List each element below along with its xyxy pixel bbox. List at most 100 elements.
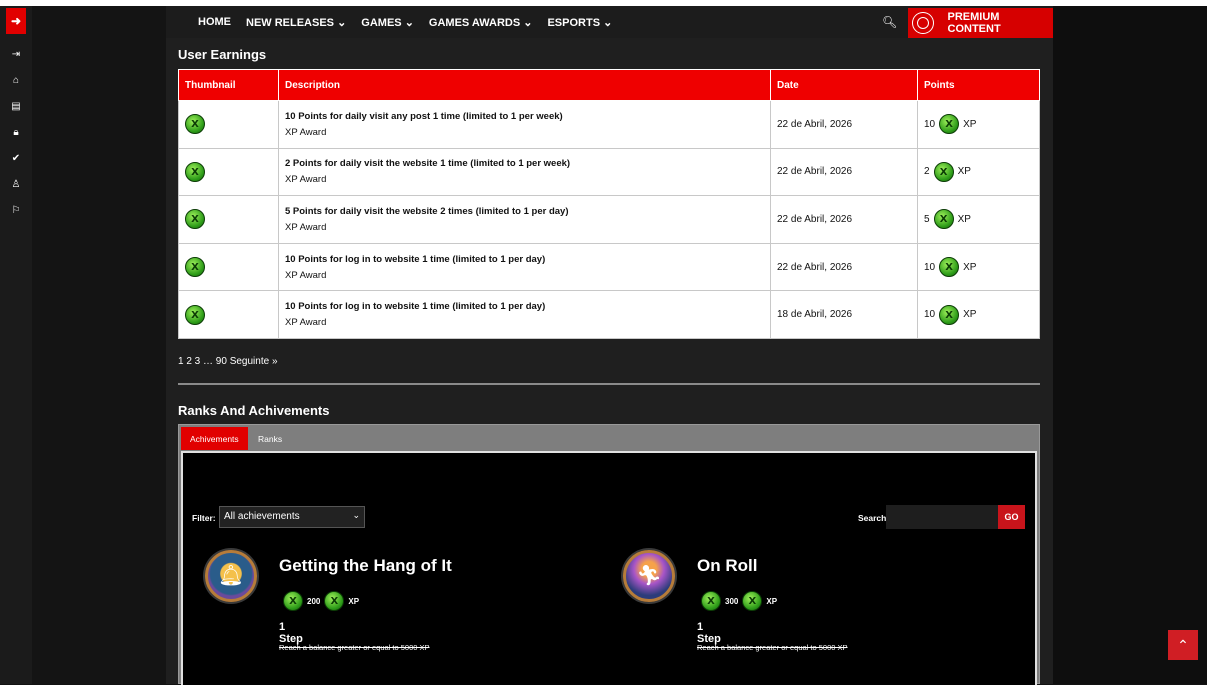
- earning-type: XP Award: [285, 221, 327, 233]
- achievement-desc: Reach a balance greater or equal to 5000…: [697, 643, 848, 652]
- home-icon[interactable]: ⌂: [8, 72, 24, 88]
- earning-points: 10: [924, 309, 936, 321]
- earning-date: 18 de Abril, 2026: [770, 290, 918, 339]
- achievement-reward: 300 XP: [701, 591, 777, 611]
- achievement-desc: Reach a balance greater or equal to 5000…: [279, 643, 430, 652]
- main-nav: HOME NEW RELEASES ⌄ GAMES ⌄ GAMES AWARDS…: [198, 6, 612, 38]
- earning-description: 10 Points for log in to website 1 time (…: [285, 301, 546, 313]
- top-navbar: HOME NEW RELEASES ⌄ GAMES ⌄ GAMES AWARDS…: [166, 6, 1053, 38]
- filter-value: All achievements: [224, 511, 300, 522]
- xp-badge-icon: [933, 161, 954, 182]
- tab-ranks[interactable]: Ranks: [249, 427, 291, 450]
- xp-badge-icon: [185, 257, 205, 278]
- achievement-step: 1 Step: [279, 621, 303, 645]
- earning-date: 22 de Abril, 2026: [770, 147, 918, 197]
- earning-date: 22 de Abril, 2026: [770, 195, 918, 244]
- achievement-title: Getting the Hang of It: [279, 556, 452, 575]
- xp-badge-icon: [939, 257, 960, 278]
- xp-badge-icon: [185, 209, 205, 230]
- earnings-table: Thumbnail Description Date Points 10 Poi…: [178, 69, 1040, 339]
- earning-description: 10 Points for log in to website 1 time (…: [285, 253, 546, 265]
- achievement-reward: 200 XP: [283, 591, 359, 611]
- nav-games-awards[interactable]: GAMES AWARDS ⌄: [429, 16, 533, 29]
- earning-points: 10: [924, 118, 936, 130]
- earning-type: XP Award: [285, 317, 327, 329]
- earning-points: 10: [924, 261, 936, 273]
- xp-badge-icon: [939, 114, 960, 135]
- logout-icon[interactable]: ⇥: [8, 46, 24, 62]
- earning-unit: XP: [957, 166, 971, 178]
- user-icon[interactable]: ♙: [8, 176, 24, 192]
- earning-points: 2: [924, 166, 930, 178]
- achievement-points: 200: [307, 596, 321, 606]
- earning-description: 10 Points for daily visit any post 1 tim…: [285, 110, 563, 122]
- xp-badge-icon: [701, 591, 721, 611]
- earning-date: 22 de Abril, 2026: [770, 242, 918, 292]
- filter-label: Filter:: [192, 513, 216, 523]
- xp-badge-icon: [939, 304, 960, 325]
- bookmark-icon[interactable]: ⚐: [8, 202, 24, 218]
- enter-arrow-icon[interactable]: ➜: [6, 8, 26, 34]
- col-description: Description: [278, 69, 771, 101]
- check-icon[interactable]: ✔: [8, 150, 24, 166]
- earning-description: 5 Points for daily visit the website 2 t…: [285, 205, 569, 217]
- lock-icon[interactable]: 🔒︎: [8, 124, 24, 140]
- earning-unit: XP: [963, 309, 977, 321]
- table-row: 5 Points for daily visit the website 2 t…: [178, 195, 1040, 244]
- bell-medal-icon: 🔔︎: [205, 550, 257, 602]
- right-margin: [1053, 6, 1207, 684]
- search-label: Search:: [858, 513, 890, 523]
- runner-medal-icon: 🏃︎: [623, 550, 675, 602]
- col-points: Points: [917, 69, 1040, 101]
- premium-content-button[interactable]: PREMIUM CONTENT: [908, 8, 1053, 38]
- earning-points: 5: [924, 213, 930, 225]
- section-divider: [178, 383, 1040, 385]
- table-row: 2 Points for daily visit the website 1 t…: [178, 147, 1040, 197]
- earning-date: 22 de Abril, 2026: [770, 100, 918, 149]
- user-earnings-title: User Earnings: [178, 47, 267, 62]
- pagination[interactable]: 1 2 3 … 90 Seguinte »: [178, 356, 278, 367]
- achievement-unit: XP: [348, 596, 360, 606]
- premium-ring-icon: [912, 12, 934, 34]
- achievements-panel: Filter: All achievements ⌄ Search: GO 🔔︎…: [181, 451, 1037, 685]
- table-row: 10 Points for log in to website 1 time (…: [178, 290, 1040, 339]
- earning-description: 2 Points for daily visit the website 1 t…: [285, 158, 571, 170]
- search-icon[interactable]: 🔍︎: [882, 15, 897, 29]
- left-margin: [32, 6, 166, 684]
- nav-home[interactable]: HOME: [198, 16, 231, 28]
- nav-new-releases[interactable]: NEW RELEASES ⌄: [246, 16, 346, 29]
- earning-type: XP Award: [285, 174, 327, 186]
- nav-games[interactable]: GAMES ⌄: [361, 16, 414, 29]
- chevron-down-icon: ⌄: [352, 510, 360, 520]
- xp-badge-icon: [324, 591, 345, 611]
- table-row: 10 Points for daily visit any post 1 tim…: [178, 100, 1040, 149]
- filter-select[interactable]: All achievements ⌄: [219, 506, 365, 528]
- earning-type: XP Award: [285, 269, 327, 281]
- left-sidebar: ➜ ⇥ ⌂ ▤ 🔒︎ ✔ ♙ ⚐: [0, 6, 32, 684]
- xp-badge-icon: [742, 591, 763, 611]
- earning-unit: XP: [963, 261, 977, 273]
- xp-badge-icon: [185, 114, 205, 135]
- go-button[interactable]: GO: [998, 505, 1025, 529]
- xp-badge-icon: [185, 161, 205, 182]
- xp-badge-icon: [933, 209, 954, 230]
- search-input[interactable]: [886, 505, 998, 529]
- xp-badge-icon: [283, 591, 303, 611]
- col-thumbnail: Thumbnail: [178, 69, 279, 101]
- document-icon[interactable]: ▤: [8, 98, 24, 114]
- tab-achievements[interactable]: Achivements: [181, 427, 248, 450]
- earning-type: XP Award: [285, 126, 327, 138]
- xp-badge-icon: [185, 304, 205, 325]
- achievement-step: 1 Step: [697, 621, 721, 645]
- ranks-title: Ranks And Achivements: [178, 403, 330, 418]
- achievement-points: 300: [725, 596, 739, 606]
- scroll-to-top-button[interactable]: ⌃: [1168, 630, 1198, 660]
- col-date: Date: [770, 69, 918, 101]
- table-row: 10 Points for log in to website 1 time (…: [178, 242, 1040, 292]
- earning-unit: XP: [957, 213, 971, 225]
- main-content: User Earnings Thumbnail Description Date…: [166, 38, 1053, 685]
- nav-esports[interactable]: ESPORTS ⌄: [547, 16, 612, 29]
- premium-label: PREMIUM CONTENT: [947, 11, 1001, 35]
- achievement-title: On Roll: [697, 556, 758, 575]
- earning-unit: XP: [963, 118, 977, 130]
